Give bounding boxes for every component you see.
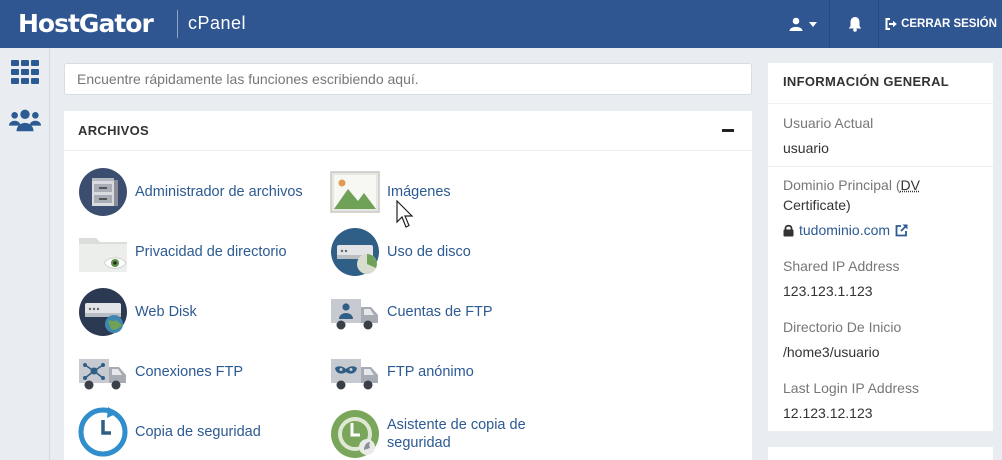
secondary-info-panel xyxy=(768,447,993,460)
home-dir-block: Directorio De Inicio /home3/usuario xyxy=(783,317,983,362)
logout-button[interactable]: CERRAR SESIÓN xyxy=(880,0,1002,48)
current-user-block: Usuario Actual usuario xyxy=(783,113,983,158)
images-icon xyxy=(330,171,380,213)
tool-disk-usage[interactable]: Uso de disco xyxy=(330,226,471,278)
users-icon xyxy=(9,109,41,132)
directory-privacy-icon xyxy=(79,238,127,272)
files-panel-header[interactable]: ARCHIVOS xyxy=(64,111,752,151)
lock-icon xyxy=(783,224,794,236)
external-link-icon[interactable] xyxy=(895,223,908,237)
main-domain-label-text: Dominio Principal ( xyxy=(783,177,901,193)
grid-icon xyxy=(11,60,39,84)
tool-file-manager[interactable]: Administrador de archivos xyxy=(78,166,303,218)
top-bar: HostGator cPanel CERRAR SESIÓN xyxy=(0,0,1002,48)
user-icon xyxy=(789,17,802,31)
tool-label: Copia de seguridad xyxy=(135,424,261,440)
mouse-cursor-icon xyxy=(396,200,414,228)
tool-label: Imágenes xyxy=(387,184,451,200)
file-manager-icon xyxy=(79,168,127,216)
files-panel: ARCHIVOS Administrador de archivos Imáge… xyxy=(64,111,752,460)
main-domain-link[interactable]: tudominio.com xyxy=(799,220,890,240)
tool-backup[interactable]: Copia de seguridad xyxy=(78,406,261,458)
general-info-panel: INFORMACIÓN GENERAL Usuario Actual usuar… xyxy=(768,63,993,431)
tool-ftp-accounts[interactable]: Cuentas de FTP xyxy=(330,286,493,338)
search-input[interactable] xyxy=(64,63,752,95)
web-disk-icon xyxy=(79,288,127,336)
general-info-title: INFORMACIÓN GENERAL xyxy=(783,74,950,89)
tool-label: Cuentas de FTP xyxy=(387,304,493,320)
main-domain-label-end: Certificate) xyxy=(783,197,851,213)
disk-usage-icon xyxy=(331,228,379,276)
anonymous-ftp-icon xyxy=(331,359,378,390)
tool-label: Asistente de copia de seguridad xyxy=(387,417,526,451)
shared-ip-label: Shared IP Address xyxy=(783,258,900,274)
current-user-value: usuario xyxy=(783,140,829,156)
last-login-block: Last Login IP Address 12.123.12.123 xyxy=(783,378,983,423)
shared-ip-value: 123.123.1.123 xyxy=(783,283,873,299)
home-dir-value: /home3/usuario xyxy=(783,344,880,360)
tool-web-disk[interactable]: Web Disk xyxy=(78,286,197,338)
sign-out-icon xyxy=(885,18,897,30)
left-rail xyxy=(0,48,50,460)
main-domain-row: tudominio.com xyxy=(783,220,983,240)
tool-backup-wizard[interactable]: Asistente de copia de seguridad xyxy=(330,406,537,460)
tool-label: Web Disk xyxy=(135,304,197,320)
general-info-divider xyxy=(768,103,993,104)
tool-label: Privacidad de directorio xyxy=(135,244,287,260)
backup-icon xyxy=(78,407,128,457)
logout-label: CERRAR SESIÓN xyxy=(901,18,997,30)
home-dir-label: Directorio De Inicio xyxy=(783,319,902,335)
caret-down-icon xyxy=(808,21,817,27)
notifications-button[interactable] xyxy=(831,0,879,48)
product-name: cPanel xyxy=(188,13,247,33)
ftp-accounts-icon xyxy=(331,299,378,330)
tool-ftp-connections[interactable]: Conexiones FTP xyxy=(78,346,243,398)
rail-item-tools[interactable] xyxy=(9,58,41,86)
tool-label: Conexiones FTP xyxy=(135,364,243,380)
tool-images[interactable]: Imágenes xyxy=(330,166,451,218)
tool-anonymous-ftp[interactable]: FTP anónimo xyxy=(330,346,474,398)
dv-certificate-link[interactable]: DV xyxy=(900,177,919,193)
main-domain-block: Dominio Principal (DV Certificate) tudomi… xyxy=(783,175,983,240)
tool-directory-privacy[interactable]: Privacidad de directorio xyxy=(78,226,287,278)
collapse-icon[interactable] xyxy=(722,129,734,132)
ftp-connections-icon xyxy=(79,359,126,390)
current-user-label: Usuario Actual xyxy=(783,115,874,131)
tool-label: Administrador de archivos xyxy=(135,184,303,200)
files-panel-title: ARCHIVOS xyxy=(78,123,150,138)
shared-ip-block: Shared IP Address 123.123.1.123 xyxy=(783,256,983,301)
last-login-label: Last Login IP Address xyxy=(783,380,919,396)
tool-label: FTP anónimo xyxy=(387,364,474,380)
rail-item-users[interactable] xyxy=(9,106,41,134)
brand-separator xyxy=(177,10,178,38)
bell-icon xyxy=(848,17,861,32)
brand-logo[interactable]: HostGator xyxy=(18,9,154,38)
main-domain-label: Dominio Principal (DV Certificate) xyxy=(783,175,983,215)
last-login-value: 12.123.12.123 xyxy=(783,405,873,421)
info-divider xyxy=(768,166,993,167)
tool-label: Uso de disco xyxy=(387,244,471,260)
user-menu-button[interactable] xyxy=(776,0,830,48)
backup-wizard-icon xyxy=(331,410,379,458)
